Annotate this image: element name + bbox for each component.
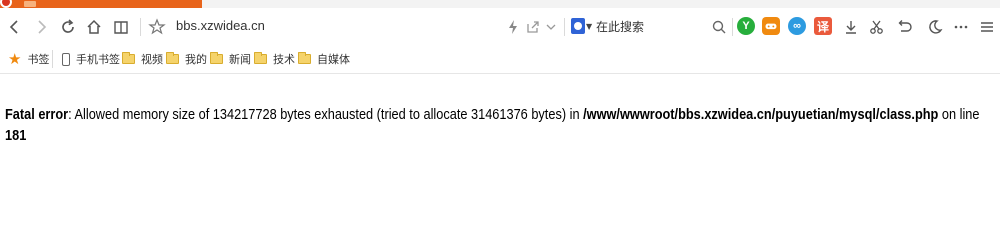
chevron-down-icon — [546, 24, 556, 30]
bookmark-label: 自媒体 — [317, 53, 350, 66]
lightning-icon — [509, 20, 517, 34]
toolbar-divider — [140, 18, 141, 36]
caret-down-icon: ▼ — [586, 22, 593, 31]
undo-button[interactable] — [893, 16, 915, 38]
bookmark-folder-news[interactable]: 新闻 — [210, 51, 251, 67]
search-engine-icon[interactable] — [571, 18, 585, 34]
favorite-button[interactable] — [146, 16, 168, 38]
bookmark-folder-tech[interactable]: 技术 — [254, 51, 295, 67]
error-label: Fatal error — [5, 107, 69, 123]
bookmark-folder-mine[interactable]: 我的 — [166, 51, 207, 67]
extension-blue-button[interactable]: ∞ — [788, 17, 806, 35]
search-input[interactable]: 在此搜索 — [596, 18, 644, 35]
download-icon — [846, 21, 856, 34]
game-controller-icon[interactable] — [762, 17, 780, 35]
more-dots-icon — [954, 25, 968, 29]
search-button[interactable] — [708, 16, 730, 38]
error-line-number: 181 — [5, 128, 27, 144]
bookmark-label: 技术 — [273, 53, 295, 66]
chevron-left-icon — [9, 20, 18, 34]
bookmark-label: 手机书签 — [76, 53, 120, 66]
phone-icon — [62, 52, 70, 66]
bookmark-item-bookmarks[interactable]: ★ 书签 — [8, 51, 49, 67]
more-menu-button[interactable] — [950, 16, 972, 38]
active-tab[interactable] — [0, 0, 202, 8]
bookmark-label: 新闻 — [229, 53, 251, 66]
tab-title-chip — [24, 1, 36, 7]
error-on-line-text: on line — [938, 107, 980, 123]
chevron-right-icon — [38, 20, 47, 34]
reload-icon — [62, 19, 74, 33]
home-button[interactable] — [83, 16, 105, 38]
toolbar-divider — [564, 18, 565, 36]
book-icon — [114, 21, 128, 34]
bookmarks-bar: ★ 书签 手机书签 视频 我的 新闻 技术 自媒体 — [0, 44, 1000, 74]
reader-button[interactable] — [110, 16, 132, 38]
extension-green-button[interactable]: Y — [737, 17, 755, 35]
toolbar-divider — [732, 18, 733, 36]
error-message-block: Fatal error: Allowed memory size of 1342… — [5, 105, 995, 147]
reload-button[interactable] — [57, 16, 79, 38]
scissors-icon — [870, 20, 883, 34]
navigation-toolbar: bbs.xzwidea.cn ▼ 在此搜索 Y ∞ 译 — [0, 8, 1000, 44]
tab-favicon-icon — [0, 0, 12, 8]
home-icon — [87, 19, 101, 34]
star-outline-icon — [148, 18, 166, 35]
star-icon: ★ — [8, 50, 22, 68]
folder-icon — [122, 52, 135, 64]
lightning-button[interactable] — [502, 16, 524, 38]
search-icon — [712, 20, 726, 34]
tab-strip — [0, 0, 1000, 8]
game-icon — [765, 23, 777, 30]
error-message: : Allowed memory size of 134217728 bytes… — [68, 107, 584, 123]
bookmark-label: 书签 — [27, 53, 50, 66]
search-box[interactable]: ▼ 在此搜索 — [571, 17, 731, 39]
download-button[interactable] — [840, 16, 862, 38]
bookmark-folder-video[interactable]: 视频 — [122, 51, 163, 67]
hamburger-icon — [981, 22, 993, 32]
folder-icon — [166, 52, 179, 64]
bookmarks-divider — [52, 50, 53, 68]
back-button[interactable] — [4, 16, 26, 38]
undo-icon — [898, 20, 912, 32]
forward-button[interactable] — [30, 16, 52, 38]
bookmark-folder-media[interactable]: 自媒体 — [298, 51, 350, 67]
address-dropdown-button[interactable] — [540, 16, 562, 38]
bookmark-item-mobile[interactable]: 手机书签 — [62, 51, 120, 67]
error-file-path: /www/wwwroot/bbs.xzwidea.cn/puyuetian/my… — [583, 107, 939, 123]
translate-button[interactable]: 译 — [814, 17, 832, 35]
address-bar[interactable]: bbs.xzwidea.cn — [176, 18, 265, 33]
folder-icon — [210, 52, 223, 64]
bookmark-label: 视频 — [141, 53, 163, 66]
night-mode-button[interactable] — [924, 16, 946, 38]
folder-icon — [298, 52, 311, 64]
bookmark-label: 我的 — [185, 53, 207, 66]
folder-icon — [254, 52, 267, 64]
menu-button[interactable] — [976, 16, 998, 38]
screenshot-button[interactable] — [866, 16, 888, 38]
moon-icon — [929, 20, 943, 34]
